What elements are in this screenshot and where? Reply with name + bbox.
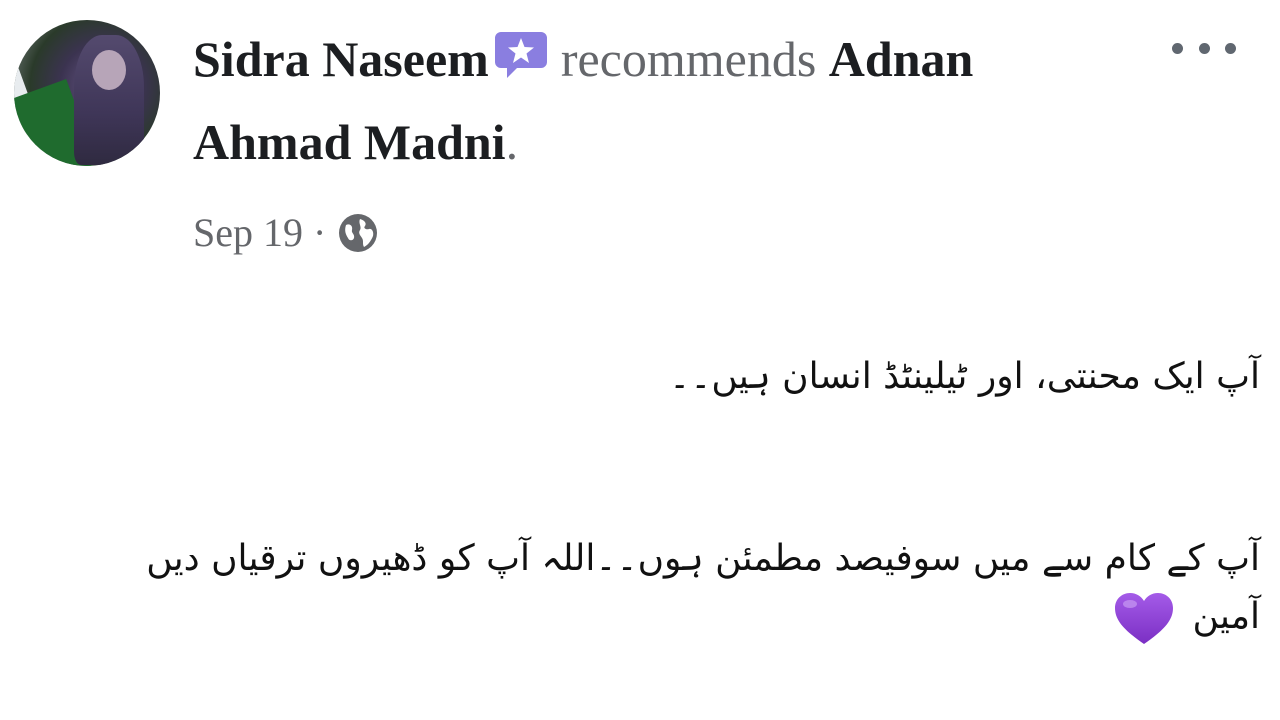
more-options-dot [1198,42,1210,54]
post-body-text-2: آپ کے کام سے میں سوفیصد مطمئن ہوں۔۔اللہ … [146,538,1260,579]
post-header-line-2: Ahmad Madni. [193,112,518,172]
recommends-label: recommends [560,31,817,87]
more-options-icon [1172,42,1183,54]
author-name-link[interactable]: Sidra Naseem [193,31,489,87]
avatar-face [92,50,126,90]
star-badge-icon [494,28,547,78]
post-body-amen: آمین [1192,596,1260,637]
globe-icon[interactable] [336,211,380,255]
purple-heart-icon [1113,590,1175,646]
recommended-page-link-part1[interactable]: Adnan [829,31,974,87]
post-meta: Sep 19 · [193,205,380,261]
post-timestamp[interactable]: Sep 19 [193,205,303,261]
more-options-dot [1225,42,1236,54]
post-body-paragraph-2: آپ کے کام سے میں سوفیصد مطمئن ہوں۔۔اللہ … [60,530,1260,646]
post-header-line-1: Sidra Naseem recommends Adnan [193,28,973,89]
post-body-text-1: آپ ایک محنتی، اور ٹیلینٹڈ انسان ہیں۔۔ [669,356,1260,397]
author-avatar[interactable] [14,20,160,166]
header-period: . [505,114,519,170]
recommended-page-link-part2[interactable]: Ahmad Madni [193,114,506,170]
recommendation-post: Sidra Naseem recommends Adnan Ahmad Madni… [0,0,1280,720]
post-body-text-3: آمین [60,588,1260,646]
post-body-paragraph-1: آپ ایک محنتی، اور ٹیلینٹڈ انسان ہیں۔۔ [60,348,1260,406]
more-options-button[interactable] [1172,36,1236,60]
meta-separator: · [313,210,327,255]
